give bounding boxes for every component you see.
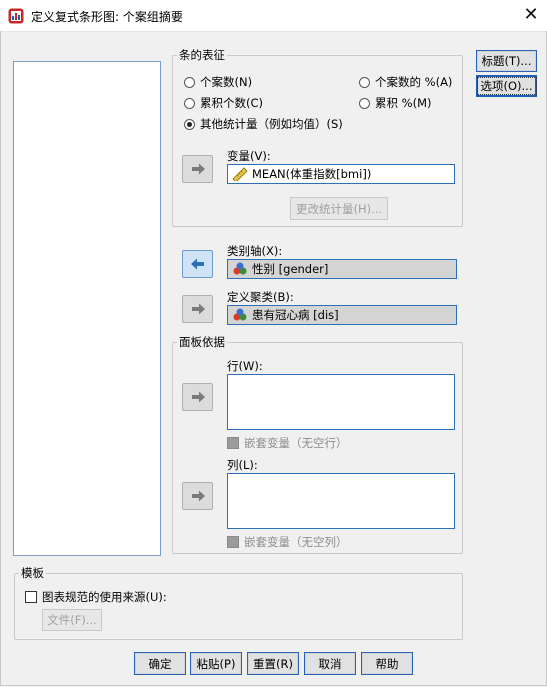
reset-button[interactable]: 重置(R) bbox=[247, 652, 299, 675]
close-icon[interactable]: ✕ bbox=[517, 3, 545, 27]
arrow-right-icon bbox=[191, 303, 205, 315]
rows-arrow-button[interactable] bbox=[182, 383, 213, 411]
variable-field[interactable]: MEAN(体重指数[bmi]) bbox=[227, 164, 455, 184]
define-clusters-label: 定义聚类(B): bbox=[227, 290, 294, 304]
arrow-right-icon bbox=[191, 163, 205, 175]
template-legend: 模板 bbox=[21, 566, 44, 580]
use-chart-spec-checkbox[interactable] bbox=[25, 591, 37, 603]
radio-label: 个案数(N) bbox=[200, 75, 253, 89]
nest-columns-checkbox[interactable] bbox=[227, 536, 239, 548]
panel-by-legend: 面板依据 bbox=[179, 335, 225, 349]
options-button[interactable]: 选项(O)... bbox=[476, 75, 537, 97]
cancel-button[interactable]: 取消 bbox=[304, 652, 356, 675]
move-variable-arrow-button[interactable] bbox=[182, 155, 213, 183]
use-chart-spec-checkbox-row[interactable]: 图表规范的使用来源(U): bbox=[25, 589, 167, 605]
radio-label: 其他统计量（例如均值）(S) bbox=[200, 117, 343, 131]
window-title: 定义复式条形图: 个案组摘要 bbox=[31, 10, 183, 24]
bars-represent-legend: 条的表征 bbox=[179, 48, 225, 62]
columns-label: 列(L): bbox=[227, 458, 258, 472]
ok-button[interactable]: 确定 bbox=[134, 652, 186, 675]
nominal-variable-icon bbox=[232, 262, 248, 276]
help-button[interactable]: 帮助 bbox=[361, 652, 413, 675]
file-button[interactable]: 文件(F)... bbox=[42, 609, 102, 631]
radio-indicator-selected[interactable] bbox=[184, 118, 195, 130]
ruler-icon bbox=[232, 167, 248, 183]
rows-list[interactable] bbox=[227, 374, 455, 430]
variable-label: 变量(V): bbox=[227, 149, 271, 163]
options-button-label: 选项(O)... bbox=[476, 77, 537, 95]
source-variable-list[interactable] bbox=[13, 61, 161, 556]
variable-value: MEAN(体重指数[bmi]) bbox=[252, 167, 372, 181]
use-chart-spec-label: 图表规范的使用来源(U): bbox=[42, 590, 167, 604]
radio-label: 个案数的 %(A) bbox=[375, 75, 453, 89]
radio-other-statistic[interactable]: 其他统计量（例如均值）(S) bbox=[184, 116, 343, 132]
radio-indicator[interactable] bbox=[184, 97, 195, 109]
radio-pct-of-cases[interactable]: 个案数的 %(A) bbox=[359, 74, 452, 90]
arrow-left-icon bbox=[190, 258, 204, 270]
category-axis-value: 性别 [gender] bbox=[252, 262, 329, 276]
columns-list[interactable] bbox=[227, 473, 455, 529]
nest-rows-checkbox-row[interactable]: 嵌套变量（无空行） bbox=[227, 435, 348, 451]
category-axis-field[interactable]: 性别 [gender] bbox=[227, 259, 457, 279]
columns-arrow-button[interactable] bbox=[182, 482, 213, 510]
nest-rows-label: 嵌套变量（无空行） bbox=[244, 436, 348, 450]
radio-label: 累积 %(M) bbox=[375, 96, 432, 110]
nest-rows-checkbox[interactable] bbox=[227, 437, 239, 449]
radio-indicator[interactable] bbox=[359, 76, 370, 88]
arrow-right-icon bbox=[191, 391, 205, 403]
nest-columns-checkbox-row[interactable]: 嵌套变量（无空列） bbox=[227, 534, 348, 550]
radio-indicator[interactable] bbox=[184, 76, 195, 88]
category-axis-arrow-button[interactable] bbox=[182, 250, 213, 278]
radio-indicator[interactable] bbox=[359, 97, 370, 109]
radio-cumulative-n[interactable]: 累积个数(C) bbox=[184, 95, 263, 111]
category-axis-label: 类别轴(X): bbox=[227, 244, 283, 258]
nest-columns-label: 嵌套变量（无空列） bbox=[244, 535, 348, 549]
define-clusters-value: 患有冠心病 [dis] bbox=[252, 308, 339, 322]
clusters-arrow-button[interactable] bbox=[182, 295, 213, 323]
radio-n-of-cases[interactable]: 个案数(N) bbox=[184, 74, 252, 90]
define-clusters-field[interactable]: 患有冠心病 [dis] bbox=[227, 305, 457, 325]
app-chart-icon bbox=[8, 8, 24, 24]
paste-button[interactable]: 粘贴(P) bbox=[190, 652, 242, 675]
arrow-right-icon bbox=[191, 490, 205, 502]
radio-label: 累积个数(C) bbox=[200, 96, 264, 110]
rows-label: 行(W): bbox=[227, 359, 263, 373]
change-statistic-button[interactable]: 更改统计量(H)... bbox=[290, 197, 388, 220]
titles-button[interactable]: 标题(T)... bbox=[476, 50, 537, 72]
nominal-variable-icon bbox=[232, 308, 248, 322]
radio-cumulative-pct[interactable]: 累积 %(M) bbox=[359, 95, 431, 111]
